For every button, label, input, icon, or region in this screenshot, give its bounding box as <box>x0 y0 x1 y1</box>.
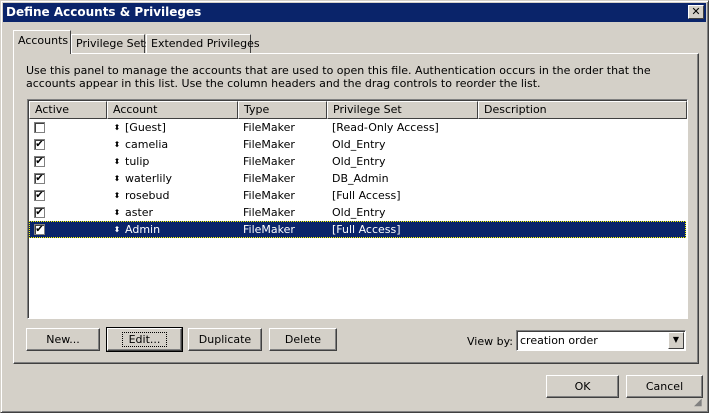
active-checkbox[interactable]: ✔ <box>34 190 45 201</box>
account-name: aster <box>125 206 154 219</box>
table-row[interactable]: ✔ ⬍ camelia FileMaker Old_Entry <box>29 136 686 153</box>
account-type: FileMaker <box>243 206 295 219</box>
account-type: FileMaker <box>243 138 295 151</box>
drag-handle-icon[interactable]: ⬍ <box>113 119 121 136</box>
active-checkbox[interactable]: ✔ <box>34 224 45 235</box>
privilege-set: DB_Admin <box>332 172 389 185</box>
table-row[interactable]: ✔ ⬍ aster FileMaker Old_Entry <box>29 204 686 221</box>
tab-extended-privileges[interactable]: Extended Privileges <box>146 34 260 53</box>
account-type: FileMaker <box>243 121 295 134</box>
ok-button-label: OK <box>574 380 591 393</box>
chevron-down-icon[interactable]: ▼ <box>668 332 684 349</box>
view-by-label: View by: <box>467 335 513 348</box>
privilege-set: [Read-Only Access] <box>332 121 439 134</box>
edit-button[interactable]: Edit... <box>106 327 183 352</box>
privilege-set: Old_Entry <box>332 206 386 219</box>
tab-privilege-sets-label: Privilege Sets <box>76 37 151 50</box>
view-by-value: creation order <box>520 334 598 347</box>
drag-handle-icon[interactable]: ⬍ <box>113 187 121 204</box>
table-row[interactable]: ✔ ⬍ tulip FileMaker Old_Entry <box>29 153 686 170</box>
tab-accounts-label: Accounts <box>18 34 69 47</box>
account-type: FileMaker <box>243 189 295 202</box>
list-header: Active Account Type Privilege Set Descri… <box>29 101 687 119</box>
privilege-set: [Full Access] <box>332 189 401 202</box>
drag-handle-icon[interactable]: ⬍ <box>113 221 121 238</box>
account-name: camelia <box>125 138 169 151</box>
column-header-type[interactable]: Type <box>238 101 327 119</box>
active-checkbox[interactable]: ✔ <box>34 156 45 167</box>
account-name: rosebud <box>125 189 170 202</box>
panel-description: Use this panel to manage the accounts th… <box>26 64 651 90</box>
duplicate-button-label: Duplicate <box>198 333 252 346</box>
new-button[interactable]: New... <box>26 328 100 351</box>
privilege-set: Old_Entry <box>332 155 386 168</box>
column-header-privilege-set[interactable]: Privilege Set <box>327 101 478 119</box>
table-row[interactable]: ✔ ⬍ Admin FileMaker [Full Access] <box>29 221 686 238</box>
cancel-button[interactable]: Cancel <box>626 375 703 398</box>
ok-button[interactable]: OK <box>546 375 619 398</box>
duplicate-button[interactable]: Duplicate <box>188 328 262 351</box>
account-name: Admin <box>125 223 161 236</box>
table-row[interactable]: ✔ ⬍ waterlily FileMaker DB_Admin <box>29 170 686 187</box>
tab-privilege-sets[interactable]: Privilege Sets <box>71 34 150 53</box>
edit-button-label: Edit... <box>121 332 168 347</box>
drag-handle-icon[interactable]: ⬍ <box>113 204 121 221</box>
column-header-active[interactable]: Active <box>29 101 107 119</box>
drag-handle-icon[interactable]: ⬍ <box>113 153 121 170</box>
tab-extended-privileges-label: Extended Privileges <box>151 37 260 50</box>
window-title: Define Accounts & Privileges <box>6 5 202 19</box>
account-name: waterlily <box>125 172 173 185</box>
account-type: FileMaker <box>243 155 295 168</box>
table-row[interactable]: ⬍ [Guest] FileMaker [Read-Only Access] <box>29 119 686 136</box>
account-name: [Guest] <box>125 121 166 134</box>
active-checkbox[interactable]: ✔ <box>34 173 45 184</box>
view-by-select[interactable]: creation order ▼ <box>516 330 686 351</box>
active-checkbox[interactable] <box>34 122 45 133</box>
accounts-list[interactable]: Active Account Type Privilege Set Descri… <box>27 99 688 319</box>
delete-button[interactable]: Delete <box>269 328 337 351</box>
privilege-set: [Full Access] <box>332 223 401 236</box>
account-type: FileMaker <box>243 223 295 236</box>
table-row[interactable]: ✔ ⬍ rosebud FileMaker [Full Access] <box>29 187 686 204</box>
privilege-set: Old_Entry <box>332 138 386 151</box>
column-header-description[interactable]: Description <box>478 101 687 119</box>
tab-accounts[interactable]: Accounts <box>13 30 71 54</box>
column-header-account[interactable]: Account <box>107 101 238 119</box>
define-accounts-dialog: Define Accounts & Privileges ✕ Accounts … <box>0 0 709 413</box>
resize-grip-icon[interactable]: ◢ <box>694 398 705 409</box>
active-checkbox[interactable]: ✔ <box>34 139 45 150</box>
drag-handle-icon[interactable]: ⬍ <box>113 136 121 153</box>
title-bar[interactable]: Define Accounts & Privileges ✕ <box>3 3 706 22</box>
close-icon[interactable]: ✕ <box>688 5 704 19</box>
active-checkbox[interactable]: ✔ <box>34 207 45 218</box>
drag-handle-icon[interactable]: ⬍ <box>113 170 121 187</box>
accounts-panel: Use this panel to manage the accounts th… <box>13 53 699 364</box>
account-name: tulip <box>125 155 150 168</box>
account-type: FileMaker <box>243 172 295 185</box>
cancel-button-label: Cancel <box>645 380 684 393</box>
delete-button-label: Delete <box>284 333 322 346</box>
new-button-label: New... <box>46 333 80 346</box>
